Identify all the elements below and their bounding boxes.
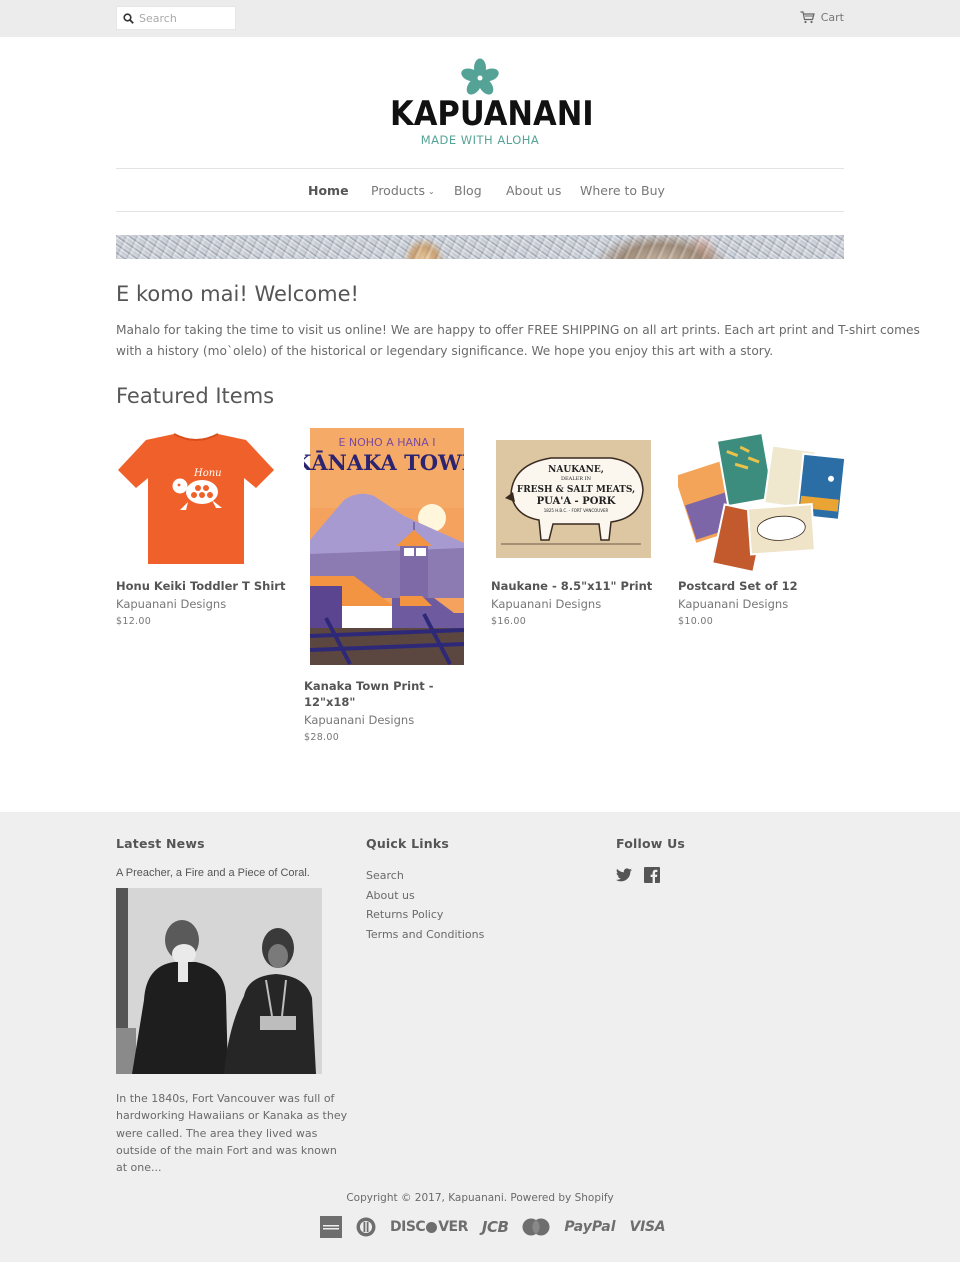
search-icon bbox=[123, 12, 134, 24]
svg-text:NAUKANE,: NAUKANE, bbox=[548, 465, 604, 475]
product-image-naukane[interactable]: NAUKANE, DEALER IN FRESH & SALT MEATS, P… bbox=[491, 428, 656, 578]
product-name[interactable]: Naukane - 8.5"x11" Print bbox=[491, 578, 661, 594]
product-image-postcard-set[interactable] bbox=[678, 428, 846, 578]
svg-text:PUA'A - PORK: PUA'A - PORK bbox=[537, 496, 616, 507]
top-bar: Cart bbox=[0, 0, 960, 37]
copyright-text: Copyright © 2017, Kapuanani. Powered by … bbox=[346, 1192, 614, 1204]
news-post-link[interactable]: A Preacher, a Fire and a Piece of Coral. bbox=[116, 867, 310, 879]
print-title: KĀNAKA TOWN bbox=[304, 450, 464, 475]
featured-items-heading: Featured Items bbox=[116, 384, 275, 408]
news-post-image[interactable] bbox=[116, 888, 322, 1074]
product-card[interactable]: NAUKANE, DEALER IN FRESH & SALT MEATS, P… bbox=[491, 428, 661, 627]
product-card[interactable]: Postcard Set of 12 Kapuanani Designs $10… bbox=[678, 428, 848, 627]
cart-link[interactable]: Cart bbox=[800, 11, 844, 24]
product-image-kanaka-town[interactable]: E NOHO A HANA I KĀNAKA TOWN bbox=[304, 428, 464, 668]
amex-icon bbox=[320, 1216, 342, 1238]
svg-text:FRESH & SALT MEATS,: FRESH & SALT MEATS, bbox=[517, 485, 635, 495]
cart-label: Cart bbox=[820, 11, 844, 24]
nav-blog[interactable]: Blog bbox=[454, 183, 482, 198]
product-card[interactable]: E NOHO A HANA I KĀNAKA TOWN Kanaka Town … bbox=[304, 428, 474, 743]
payment-icons: DISC VER JCB PayPal VISA bbox=[320, 1216, 666, 1238]
mastercard-icon bbox=[522, 1218, 550, 1236]
product-price: $10.00 bbox=[678, 616, 714, 627]
product-card[interactable]: Honu Honu Keiki Toddler T Shirt Kapuanan… bbox=[116, 428, 286, 627]
nav-products[interactable]: Products ⌄ bbox=[371, 183, 435, 198]
nav-home[interactable]: Home bbox=[308, 183, 349, 198]
product-price: $28.00 bbox=[304, 732, 340, 743]
product-vendor: Kapuanani Designs bbox=[304, 713, 415, 727]
footer-link-about-us[interactable]: About us bbox=[366, 886, 484, 906]
quick-links-heading: Quick Links bbox=[366, 836, 449, 851]
discover-icon: DISC VER bbox=[390, 1219, 468, 1235]
svg-text:1825 H.B.C. - FORT VANCOUVER: 1825 H.B.C. - FORT VANCOUVER bbox=[544, 508, 609, 513]
site-footer: Latest News A Preacher, a Fire and a Pie… bbox=[0, 812, 960, 1262]
tshirt-print-text: Honu bbox=[193, 468, 222, 479]
footer-link-returns-policy[interactable]: Returns Policy bbox=[366, 905, 484, 925]
main-nav: Home Products ⌄ Blog About us Where to Bu… bbox=[116, 168, 844, 212]
follow-us-heading: Follow Us bbox=[616, 836, 686, 851]
product-image-honu-tshirt[interactable]: Honu bbox=[116, 428, 276, 578]
news-post-excerpt: In the 1840s, Fort Vancouver was full of… bbox=[116, 1092, 348, 1175]
logo-tagline: MADE WITH ALOHA bbox=[420, 133, 540, 147]
footer-link-search[interactable]: Search bbox=[366, 866, 484, 886]
visa-icon: VISA bbox=[629, 1219, 666, 1235]
search-box[interactable] bbox=[116, 6, 236, 30]
cart-icon bbox=[800, 11, 815, 24]
jcb-icon: JCB bbox=[481, 1218, 509, 1236]
plumeria-flower-icon bbox=[461, 58, 499, 95]
nav-products-label: Products bbox=[371, 183, 425, 198]
chevron-down-icon: ⌄ bbox=[427, 187, 435, 196]
product-price: $16.00 bbox=[491, 616, 527, 627]
diners-club-icon bbox=[356, 1217, 376, 1237]
hero-banner-image bbox=[116, 235, 844, 259]
product-price: $12.00 bbox=[116, 616, 152, 627]
facebook-icon[interactable] bbox=[644, 867, 660, 887]
footer-link-terms[interactable]: Terms and Conditions bbox=[366, 925, 484, 945]
social-links bbox=[616, 867, 660, 887]
search-input[interactable] bbox=[139, 11, 229, 25]
svg-text:DEALER IN: DEALER IN bbox=[561, 476, 592, 482]
paypal-icon: PayPal bbox=[564, 1219, 616, 1235]
product-vendor: Kapuanani Designs bbox=[116, 597, 227, 611]
site-logo[interactable]: KAPUANANI MADE WITH ALOHA bbox=[380, 56, 594, 152]
logo-wordmark: KAPUANANI bbox=[390, 94, 594, 134]
latest-news-heading: Latest News bbox=[116, 836, 205, 851]
product-name[interactable]: Kanaka Town Print - 12"x18" bbox=[304, 678, 474, 710]
nav-about-us[interactable]: About us bbox=[506, 183, 561, 198]
product-vendor: Kapuanani Designs bbox=[491, 597, 602, 611]
product-vendor: Kapuanani Designs bbox=[678, 597, 789, 611]
quick-links-list: Search About us Returns Policy Terms and… bbox=[366, 866, 484, 944]
product-name[interactable]: Postcard Set of 12 bbox=[678, 578, 848, 594]
welcome-heading: E komo mai! Welcome! bbox=[116, 282, 359, 306]
welcome-text: Mahalo for taking the time to visit us o… bbox=[116, 323, 920, 358]
product-name[interactable]: Honu Keiki Toddler T Shirt bbox=[116, 578, 286, 594]
twitter-icon[interactable] bbox=[616, 867, 632, 887]
print-subtitle: E NOHO A HANA I bbox=[338, 436, 435, 449]
nav-where-to-buy[interactable]: Where to Buy bbox=[580, 183, 665, 198]
